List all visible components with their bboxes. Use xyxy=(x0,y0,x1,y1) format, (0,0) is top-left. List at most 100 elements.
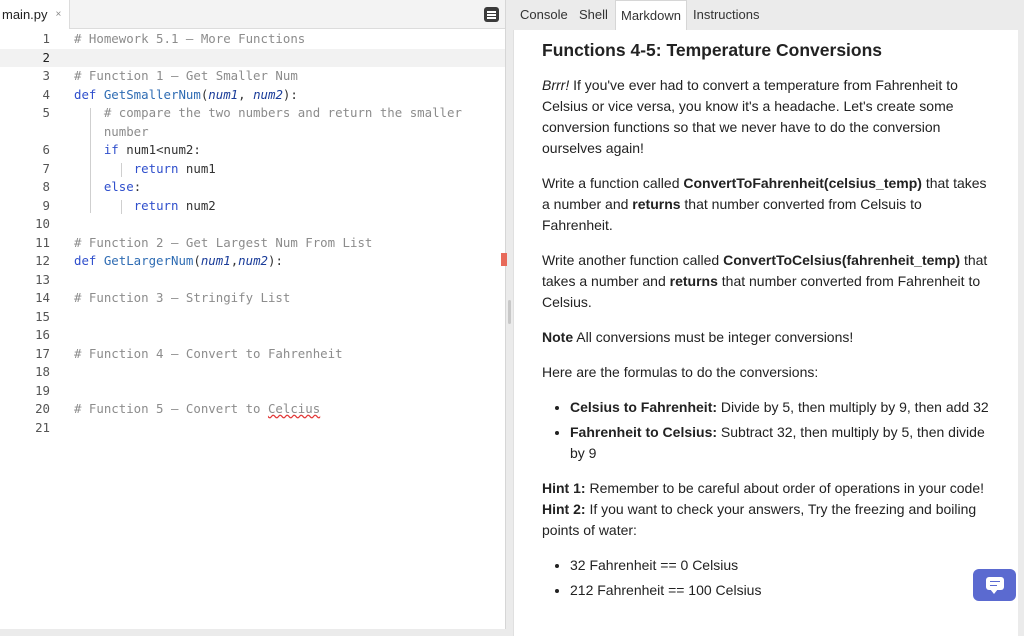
editor-tab-bar: main.py × xyxy=(0,0,505,29)
code-line[interactable]: 9 return num2 xyxy=(0,197,505,216)
code-token: # Function 3 – Stringify List xyxy=(74,290,291,305)
code-line[interactable]: 21 xyxy=(0,419,505,438)
note-label: Note xyxy=(542,329,574,345)
line-number: 3 xyxy=(42,68,50,83)
indent-guide xyxy=(121,199,122,214)
code-line[interactable]: number xyxy=(0,123,505,142)
text: Write a function called xyxy=(542,175,684,191)
code-line[interactable]: 20 # Function 5 – Convert to Celcius xyxy=(0,400,505,419)
code-line[interactable]: 1 # Homework 5.1 – More Functions xyxy=(0,30,505,49)
code-token: # compare the two numbers and return the… xyxy=(74,105,462,120)
code-area[interactable]: 1 # Homework 5.1 – More Functions 2 3 # Func… xyxy=(0,29,505,629)
code-line[interactable]: 5 # compare the two numbers and return t… xyxy=(0,104,505,123)
code-line[interactable]: 15 xyxy=(0,308,505,327)
markdown-content[interactable]: Functions 4-5: Temperature Conversions B… xyxy=(513,30,1018,636)
code-token: , xyxy=(238,86,254,102)
tab-markdown[interactable]: Markdown xyxy=(615,0,687,31)
close-tab-icon[interactable]: × xyxy=(56,9,62,20)
code-token: num2 xyxy=(238,253,268,268)
code-token: ): xyxy=(268,253,283,268)
code-token: GetLargerNum xyxy=(103,253,194,268)
line-number: 10 xyxy=(35,216,50,231)
code-token: ( xyxy=(193,253,201,268)
code-token: number xyxy=(74,123,149,139)
code-text: number xyxy=(74,123,149,142)
hint-label: Hint 2: xyxy=(542,501,586,517)
error-marker[interactable] xyxy=(501,253,507,266)
hints-paragraph: Hint 1: Remember to be careful about ord… xyxy=(542,478,990,541)
code-line[interactable]: 10 xyxy=(0,215,505,234)
formula-text: Divide by 5, then multiply by 9, then ad… xyxy=(717,399,989,415)
code-text: def GetSmallerNum(num1, num2): xyxy=(74,86,298,105)
indent-guide xyxy=(121,162,122,177)
line-number: 19 xyxy=(35,382,50,398)
code-token: num2 xyxy=(185,197,216,213)
tab-shell[interactable]: Shell xyxy=(574,0,613,30)
formula-label: Celsius to Fahrenheit: xyxy=(570,399,718,415)
formula-list: Celsius to Fahrenheit: Divide by 5, then… xyxy=(570,397,990,464)
code-token: Celcius xyxy=(267,401,321,416)
code-line[interactable]: 11 # Function 2 – Get Largest Num From Li… xyxy=(0,234,505,253)
document-menu-icon[interactable] xyxy=(484,7,499,22)
line-number: 9 xyxy=(42,197,50,213)
line-number: 4 xyxy=(42,86,50,102)
code-line[interactable]: 17 # Function 4 – Convert to Fahrenheit xyxy=(0,345,505,364)
tab-console[interactable]: Console xyxy=(515,0,573,30)
code-text: # Function 3 – Stringify List xyxy=(74,289,290,308)
code-text: else: xyxy=(74,178,141,197)
code-editor-pane[interactable]: main.py × 1 # Homework 5.1 – More Functio… xyxy=(0,0,507,629)
code-token: # Function 1 – Get Smaller Num xyxy=(74,68,298,83)
text: Write another function called xyxy=(542,252,724,268)
panel-tab-bar: Console Shell Markdown Instructions xyxy=(484,0,1024,31)
code-line[interactable]: 18 xyxy=(0,363,505,382)
code-text: return num2 xyxy=(74,197,216,216)
line-number: 15 xyxy=(35,308,50,324)
pane-resize-handle[interactable] xyxy=(508,300,511,324)
tab-instructions[interactable]: Instructions xyxy=(688,0,764,30)
code-token: def xyxy=(74,253,104,268)
code-line[interactable]: 13 xyxy=(0,271,505,290)
code-token: num1 xyxy=(200,253,231,268)
code-token: # Homework 5.1 – More Functions xyxy=(74,31,306,46)
code-token: num1 xyxy=(185,160,216,176)
code-line[interactable]: 3 # Function 1 – Get Smaller Num xyxy=(0,67,505,86)
line-number: 12 xyxy=(35,253,50,268)
code-line[interactable]: 14 # Function 3 – Stringify List xyxy=(0,289,505,308)
indent-guide xyxy=(90,108,91,213)
intro-paragraph: Brrr! If you've ever had to convert a te… xyxy=(542,75,990,159)
code-token: # Function 5 – Convert to xyxy=(74,401,268,416)
code-line[interactable]: 19 xyxy=(0,382,505,401)
chat-button[interactable] xyxy=(973,569,1016,601)
right-panel: Console Shell Markdown Instructions Func… xyxy=(484,0,1024,636)
code-text: def GetLargerNum(num1,num2): xyxy=(74,252,283,271)
code-text: return num1 xyxy=(74,160,216,179)
line-number: 21 xyxy=(35,419,50,435)
code-line[interactable]: 4 def GetSmallerNum(num1, num2): xyxy=(0,86,505,105)
code-line[interactable]: 2 xyxy=(0,48,505,67)
hint-text: If you want to check your answers, Try t… xyxy=(542,501,977,538)
formulas-intro: Here are the formulas to do the conversi… xyxy=(542,364,819,380)
code-line[interactable]: 16 xyxy=(0,326,505,345)
code-token: else xyxy=(103,179,134,194)
code-line[interactable]: 6 if num1<num2: xyxy=(0,141,505,160)
code-line[interactable]: 8 else: xyxy=(0,178,505,197)
line-number: 5 xyxy=(42,105,50,120)
line-number: 7 xyxy=(42,160,50,176)
instruction-celsius: Write another function called ConvertToC… xyxy=(542,250,990,313)
line-number: 13 xyxy=(35,271,50,287)
code-line[interactable]: 7 return num1 xyxy=(0,160,505,179)
formula-label: Fahrenheit to Celsius: xyxy=(570,424,718,440)
code-line[interactable]: 12 def GetLargerNum(num1,num2): xyxy=(0,252,505,271)
hint-text: Remember to be careful about order of op… xyxy=(585,480,985,496)
code-text: # compare the two numbers and return the… xyxy=(74,104,462,123)
file-tab-main-py[interactable]: main.py × xyxy=(0,0,71,29)
function-name: ConvertToCelsius(fahrenheit_temp) xyxy=(723,252,961,268)
code-token: return xyxy=(133,197,186,213)
code-text: if num1<num2: xyxy=(74,141,201,160)
line-number: 1 xyxy=(42,31,50,46)
line-number: 11 xyxy=(35,234,50,250)
